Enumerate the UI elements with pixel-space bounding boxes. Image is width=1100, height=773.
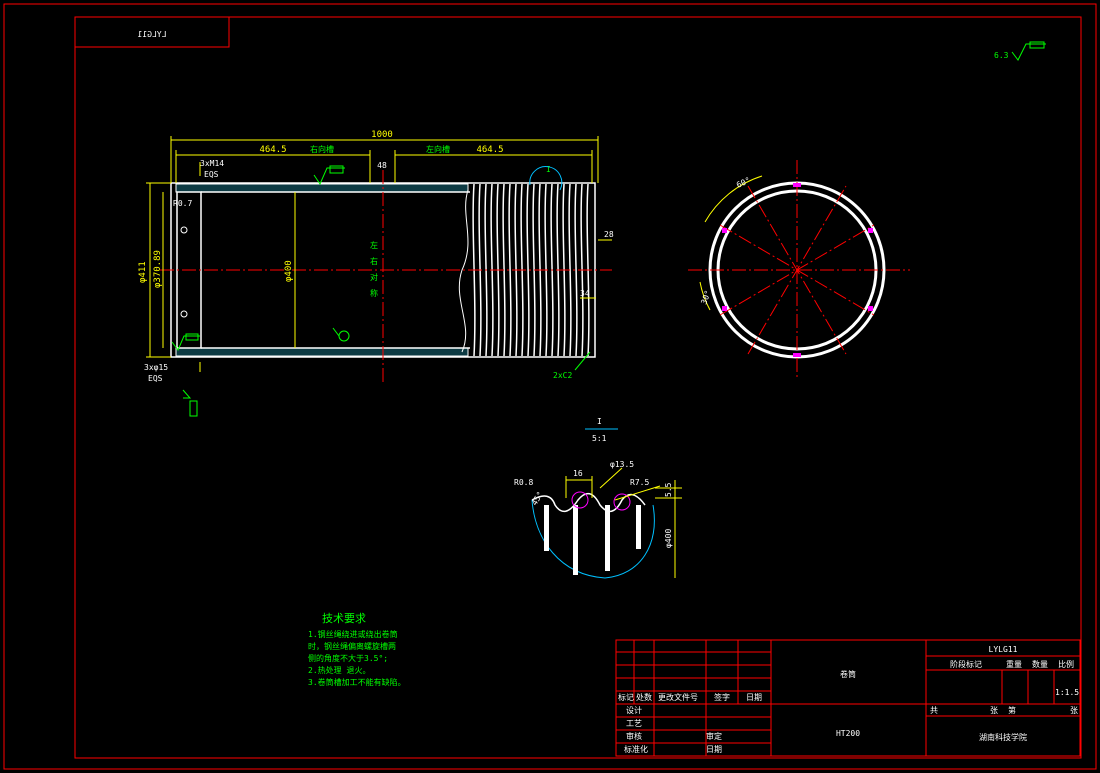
tb-header-count: 处数 (636, 692, 652, 702)
tb-stage-mark: 阶段标记 (950, 659, 982, 669)
tb-weight: 重量 (1006, 659, 1022, 669)
surface-mark: 6.3 (994, 51, 1009, 60)
dim-28: 28 (604, 230, 614, 239)
dim-34: 34 (580, 289, 590, 298)
mirrored-title: LYLG11 (137, 30, 166, 39)
detail-dia-135: φ13.5 (610, 460, 634, 469)
dim-dia-400: φ400 (284, 260, 294, 282)
tb-total: 共 (930, 706, 938, 715)
detail-r75: R7.5 (630, 478, 649, 487)
tb-part-name: 卷筒 (840, 669, 856, 679)
sym-label-2: 右 (370, 256, 378, 266)
dim-left-groove-label: 左向槽 (426, 144, 450, 154)
tb-approve: 审定 (706, 731, 722, 741)
tech-line-1: 1.钢丝绳绕进或绕出卷筒 (308, 629, 398, 639)
groove-line (526, 183, 530, 357)
detail-angle: 45° (530, 490, 545, 507)
detail-label-top: I (597, 417, 602, 426)
dim-r07: R0.7 (173, 199, 192, 208)
detail-depth: 5.5 (664, 482, 673, 497)
roughness-symbol-icon (1011, 41, 1046, 61)
groove-line (574, 183, 578, 357)
tb-count: 数量 (1032, 659, 1048, 669)
cad-drawing: LYLG11 6.3 1000 464.5 右向槽 左向槽 464.5 48 3… (3, 3, 1097, 770)
dim-holes-top-eqs: EQS (204, 170, 219, 179)
detail-dia-400: φ400 (664, 529, 673, 548)
tb-sheet: 张 (990, 706, 998, 715)
angle-30: 30° (699, 289, 712, 306)
roughness-marks (171, 165, 350, 417)
sym-label-3: 对 (370, 272, 378, 282)
outer-frame (3, 3, 1097, 770)
tb-header-file: 更改文件号 (658, 692, 698, 702)
dim-left-length: 464.5 (259, 145, 286, 155)
tb-material: HT200 (836, 729, 860, 738)
tech-line-5: 3.卷筒槽加工不能有缺陷。 (308, 677, 406, 687)
tb-sheet2: 张 (1070, 706, 1078, 715)
tech-line-3: 侧的角度不大于3.5°; (308, 653, 388, 663)
side-view (688, 160, 910, 380)
detail-view (531, 467, 682, 579)
sym-label-4: 称 (370, 288, 378, 298)
tb-standard: 标准化 (624, 744, 648, 754)
dim-right-groove-label: 右向槽 (310, 144, 334, 154)
detail-label-scale: 5:1 (592, 434, 607, 443)
tb-school: 湖南科技学院 (979, 732, 1027, 742)
tb-process: 工艺 (626, 719, 642, 728)
tb-header-mark: 标记 (618, 692, 634, 702)
dim-overall-length: 1000 (371, 130, 393, 140)
sym-label-1: 左 (370, 240, 378, 250)
dim-holes-bottom-eqs: EQS (148, 374, 163, 383)
tb-drawing-no: LYLG11 (989, 645, 1018, 654)
dim-holes-bottom: 3xφ15 (144, 363, 168, 372)
tb-scale-value: 1:1.5 (1055, 688, 1079, 697)
dim-dia-37089: φ370.89 (153, 250, 163, 288)
detail-pitch: 16 (573, 469, 583, 478)
tb-header-sign: 签字 (714, 692, 730, 702)
tech-heading: 技术要求 (322, 612, 366, 625)
tech-line-4: 2.热处理 退火。 (308, 665, 370, 675)
groove-line (508, 183, 512, 357)
dim-dia-411: φ411 (138, 261, 148, 283)
dim-holes-top: 3xM14 (200, 159, 224, 168)
tb-scale: 比例 (1058, 659, 1074, 669)
tb-date: 日期 (706, 745, 722, 754)
dim-right-length: 464.5 (476, 145, 503, 155)
tb-checker: 审核 (626, 731, 642, 741)
dim-mid-gap: 48 (377, 161, 387, 170)
detail-r08: R0.8 (514, 478, 533, 487)
tb-header-date: 日期 (746, 693, 762, 702)
dim-chamfer: 2xC2 (553, 371, 572, 380)
inner-frame (74, 16, 1082, 759)
tb-sheet-no: 第 (1008, 705, 1016, 715)
tech-line-2: 时，钢丝绳偏离螺旋槽两 (308, 641, 396, 651)
tb-designer: 设计 (626, 705, 642, 715)
